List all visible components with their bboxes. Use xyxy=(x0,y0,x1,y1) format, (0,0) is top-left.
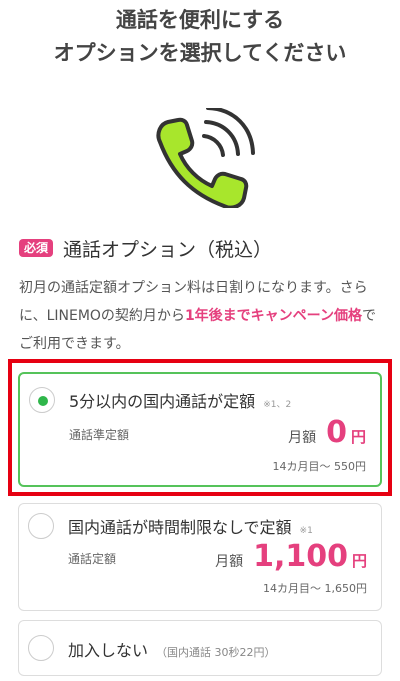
option-note: ※1 xyxy=(299,526,313,536)
after-price: 14カ月目〜 550円 xyxy=(272,460,367,473)
section-header: 必須 通話オプション（税込） xyxy=(19,234,272,262)
option-name-text: 5分以内の国内通話が定額 xyxy=(69,392,256,411)
radio-dot xyxy=(38,396,48,406)
option-name: 5分以内の国内通話が定額 ※1、2 xyxy=(69,388,291,412)
radio-button[interactable] xyxy=(28,635,54,661)
price-unit: 円 xyxy=(350,428,366,446)
page-title: 通話を便利にする オプションを選択してください xyxy=(0,4,400,70)
option-name: 国内通話が時間制限なしで定額 ※1 xyxy=(68,514,313,538)
section-title: 通話オプション（税込） xyxy=(63,238,273,261)
option-note: （国内通話 30秒22円） xyxy=(156,646,276,659)
required-badge: 必須 xyxy=(19,239,54,257)
option-no-subscription[interactable]: 加入しない （国内通話 30秒22円） xyxy=(18,620,382,676)
option-sub: 通話準定額 xyxy=(69,428,130,442)
price-label: 月額 xyxy=(288,430,317,446)
radio-button-selected[interactable] xyxy=(29,387,55,413)
section-description: 初月の通話定額オプション料は日割りになります。さらに、LINEMOの契約月から1… xyxy=(19,274,383,358)
campaign-highlight: 1年後までキャンペーン価格 xyxy=(184,308,362,324)
option-name: 加入しない （国内通話 30秒22円） xyxy=(68,637,276,661)
title-line-2: オプションを選択してください xyxy=(53,41,347,65)
option-call-unlimited[interactable]: 国内通話が時間制限なしで定額 ※1 通話定額 月額 1,100 円 14カ月目〜 … xyxy=(18,503,382,611)
option-call-5min[interactable]: 5分以内の国内通話が定額 ※1、2 通話準定額 月額 0 円 14カ月目〜 550… xyxy=(18,372,382,487)
price-unit: 円 xyxy=(351,552,367,570)
after-price: 14カ月目〜 1,650円 xyxy=(263,582,367,595)
phone-icon xyxy=(156,108,255,208)
price-row: 月額 1,100 円 xyxy=(215,542,367,572)
option-sub: 通話定額 xyxy=(68,552,117,566)
title-line-1: 通話を便利にする xyxy=(115,8,285,32)
option-name-text: 加入しない xyxy=(68,641,149,660)
radio-button[interactable] xyxy=(28,513,54,539)
option-note: ※1、2 xyxy=(263,400,292,410)
price-value: 0 xyxy=(326,415,347,450)
price-value: 1,100 xyxy=(253,539,348,574)
price-label: 月額 xyxy=(215,554,244,570)
option-name-text: 国内通話が時間制限なしで定額 xyxy=(68,518,292,537)
price-row: 月額 0 円 xyxy=(288,418,366,448)
